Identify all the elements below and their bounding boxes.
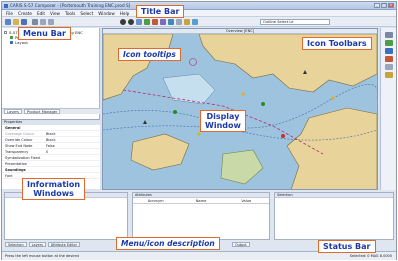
buoy-symbol [261,102,265,106]
delete-icon[interactable] [385,64,393,70]
new-icon[interactable] [5,19,11,25]
attributes-pane[interactable]: Attributes Acronym Name Value [132,192,270,240]
callout-display-window: Display Window [200,110,246,132]
menu-edit[interactable]: Edit [37,11,45,16]
menu-create[interactable]: Create [18,11,32,16]
app-icon [4,4,8,8]
status-readout: Selected: 0 MAG 8.0000 [349,254,392,258]
column-header-name[interactable]: Name [178,199,223,203]
light-symbol [331,96,335,100]
refresh-icon[interactable] [144,19,150,25]
tree-item-label: Layout [15,40,28,45]
info-icon[interactable] [168,19,174,25]
callout-icon-tooltips: Icon tooltips [118,48,181,61]
property-value: 0 [46,149,49,154]
buoy-symbol [281,134,285,138]
property-key: Coverage Colour [5,131,35,136]
property-key: Symbolization Fixed [5,155,40,160]
column-header-value[interactable]: Value [224,199,269,203]
property-key: Override Colour [5,137,33,142]
close-button[interactable]: x [388,3,394,8]
selection-pane[interactable]: Selection [274,192,394,240]
zoom-out-icon[interactable] [128,19,134,25]
layout-icon [10,41,13,44]
right-icon-toolbar [380,28,396,190]
fit-icon[interactable] [176,19,182,25]
select-icon[interactable] [152,19,158,25]
attributes-column-headers: Acronym Name Value [133,198,269,204]
save-icon[interactable] [21,19,27,25]
property-key: Show End Node [5,143,33,148]
property-key: Soundings [5,167,26,172]
move-icon[interactable] [385,72,393,78]
callout-information-windows: Information Windows [22,178,86,200]
property-key: Transparency [5,149,29,154]
tab-product-manager[interactable]: Product Manager [23,109,61,114]
light-symbol [197,132,201,136]
property-key: General [5,125,21,130]
select-level-dropdown[interactable]: Outline Select Le [260,19,330,25]
grid-icon[interactable] [192,19,198,25]
menu-tools[interactable]: Tools [65,11,75,16]
light-symbol [241,92,245,96]
callout-title-bar: Title Bar [136,5,185,18]
create-line-icon[interactable] [385,48,393,54]
left-tab-strip: Layers Product Manager [2,108,100,114]
status-message: Press the left mouse button at the desir… [5,254,79,258]
print-icon[interactable] [32,19,38,25]
menu-file[interactable]: File [6,11,13,16]
product-tree-panel: S-57 Product: Portsmouth Training ENC Po… [2,28,100,189]
layer-icon[interactable] [184,19,190,25]
menu-select[interactable]: Select [80,11,93,16]
pan-icon[interactable] [136,19,142,25]
edit-icon[interactable] [385,32,393,38]
product-tree: S-57 Product: Portsmouth Training ENC Po… [4,30,98,100]
menu-bar: File Create Edit View Tools Select Windo… [2,10,396,17]
menu-window[interactable]: Window [98,11,115,16]
callout-menu-bar: Menu Bar [18,27,72,40]
property-value: Black [46,131,56,136]
title-bar: CARIS S-57 Composer - [Portsmouth Traini… [2,2,396,10]
open-icon[interactable] [13,19,19,25]
zoom-in-icon[interactable] [120,19,126,25]
property-key: Font [5,173,13,178]
tab-layers-bottom[interactable]: Layers [28,242,46,247]
buoy-symbol [173,110,177,114]
minimize-button[interactable]: _ [374,3,380,8]
callout-status-bar: Status Bar [318,240,376,253]
create-area-icon[interactable] [385,56,393,62]
create-point-icon[interactable] [385,40,393,46]
pane-header: Selection [275,193,393,198]
menu-help[interactable]: Help [120,11,130,16]
tab-attribute-editor[interactable]: Attribute Editor [47,242,80,247]
tree-item[interactable]: Layout [4,40,98,45]
copy-icon[interactable] [48,19,54,25]
callout-menu-icon-description: Menu/icon description [116,237,220,250]
maximize-button[interactable]: □ [381,3,387,8]
property-key: Presentation [5,161,27,166]
cut-icon[interactable] [40,19,46,25]
property-value: Black [46,137,56,142]
icon-toolbar: Outline Select Le [2,17,396,27]
column-header-acronym[interactable]: Acronym [133,199,178,203]
callout-icon-toolbars: Icon Toolbars [302,37,372,50]
tab-layers[interactable]: Layers [4,109,22,114]
menu-view[interactable]: View [50,11,60,16]
enc-icon [10,36,13,39]
tab-output[interactable]: Output [231,242,250,247]
expand-icon[interactable] [4,31,7,34]
window-title: CARIS S-57 Composer - [Portsmouth Traini… [10,3,131,8]
property-value: False [46,143,55,148]
tab-selection[interactable]: Selection [5,242,27,247]
measure-icon[interactable] [160,19,166,25]
